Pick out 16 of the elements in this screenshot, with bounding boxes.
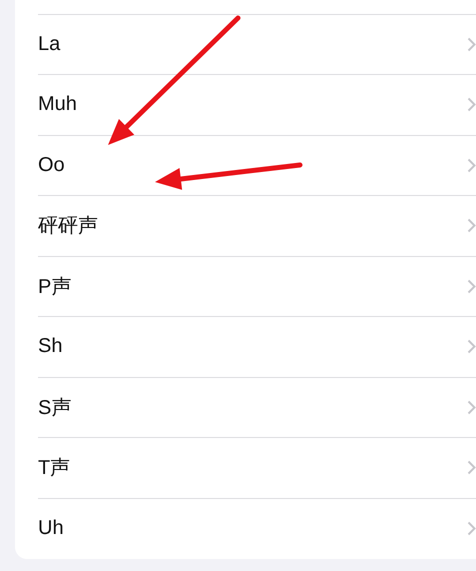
row-label: S声 [38, 396, 72, 421]
row-label: 砰砰声 [38, 214, 98, 240]
list-row[interactable]: 砰砰声 [15, 196, 476, 256]
row-label: P声 [38, 274, 72, 300]
list-row[interactable]: T声 [15, 438, 476, 498]
list-row[interactable]: La [15, 14, 476, 75]
row-label: Uh [38, 517, 64, 540]
row-label: Sh [38, 335, 62, 358]
list-row[interactable]: P声 [15, 256, 476, 317]
row-label: Muh [38, 93, 77, 116]
row-label: La [38, 32, 60, 56]
list-row[interactable]: S声 [15, 378, 476, 438]
list-row[interactable]: Sh [15, 317, 476, 378]
list-row[interactable]: Uh [15, 498, 476, 559]
row-label: Oo [38, 154, 65, 177]
row-label: T声 [38, 456, 70, 482]
